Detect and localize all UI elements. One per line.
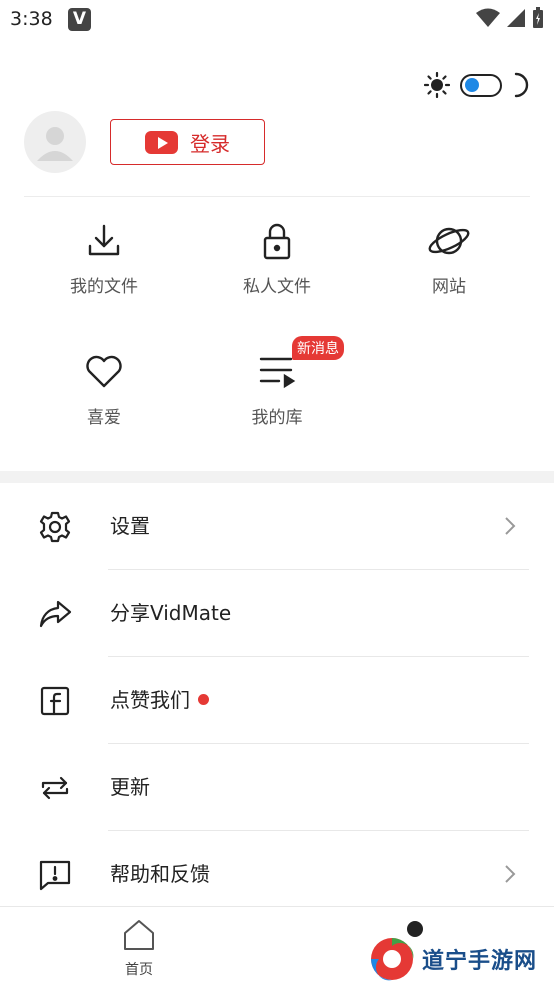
grid-item-label: 喜爱	[87, 408, 121, 428]
avatar[interactable]	[24, 111, 86, 173]
status-icons	[476, 7, 544, 29]
vidmate-app-icon: V	[68, 8, 91, 31]
menu-item-label: 帮助和反馈	[110, 862, 210, 886]
watermark: 道宁手游网	[368, 935, 537, 983]
section-divider	[0, 471, 554, 483]
grid-item-label: 私人文件	[243, 277, 311, 297]
menu-item-label: 点赞我们	[110, 657, 209, 744]
dark-mode-toggle[interactable]	[460, 73, 502, 97]
menu-item-label: 设置	[110, 514, 150, 538]
grid-item-my-files[interactable]: 我的文件	[44, 222, 164, 297]
nav-home[interactable]: 首页	[110, 919, 168, 979]
youtube-icon	[145, 130, 178, 154]
signal-icon	[507, 9, 525, 27]
new-message-badge: 新消息	[292, 336, 344, 360]
nav-home-label: 首页	[125, 962, 153, 978]
update-icon	[41, 776, 69, 800]
bottom-nav: 首页 道宁手游网	[0, 906, 554, 986]
menu-item-label: 更新	[110, 775, 150, 799]
lock-icon	[263, 223, 291, 260]
battery-icon	[533, 7, 543, 28]
share-icon	[39, 600, 72, 628]
watermark-logo-icon	[371, 938, 414, 981]
heart-icon	[86, 355, 122, 388]
playlist-icon	[259, 357, 296, 389]
like-us-text: 点赞我们	[110, 688, 190, 712]
chevron-right-icon	[505, 865, 516, 883]
watermark-text: 道宁手游网	[422, 949, 538, 974]
chevron-right-icon	[505, 517, 516, 535]
menu-item-like-us[interactable]: 点赞我们	[0, 657, 554, 744]
status-bar: 3:38 V	[0, 0, 554, 40]
home-icon	[124, 920, 154, 950]
notification-dot	[198, 694, 209, 705]
menu-item-label: 分享VidMate	[110, 601, 232, 625]
status-time: 3:38	[10, 8, 53, 30]
facebook-icon	[40, 686, 70, 716]
menu-item-help-feedback[interactable]: 帮助和反馈	[0, 831, 554, 918]
user-placeholder-icon	[37, 127, 73, 161]
grid-item-label: 我的库	[251, 408, 303, 428]
login-button[interactable]: 登录	[110, 119, 265, 165]
grid-item-my-library[interactable]: 我的库	[217, 353, 337, 428]
download-icon	[88, 224, 120, 256]
grid-item-label: 网站	[432, 277, 466, 297]
theme-switch-row	[424, 72, 532, 98]
login-label: 登录	[190, 131, 230, 156]
planet-icon	[428, 227, 470, 255]
toggle-knob	[465, 78, 479, 92]
menu-item-share[interactable]: 分享VidMate	[0, 570, 554, 657]
menu-item-settings[interactable]: 设置	[0, 483, 554, 570]
grid-item-label: 我的文件	[70, 277, 138, 297]
grid-item-websites[interactable]: 网站	[389, 222, 509, 297]
grid-item-favorites[interactable]: 喜爱	[44, 353, 164, 428]
divider	[24, 196, 530, 197]
sun-icon	[424, 72, 450, 98]
menu-item-update[interactable]: 更新	[0, 744, 554, 831]
wifi-icon	[476, 8, 500, 27]
feedback-icon	[39, 860, 71, 891]
moon-icon	[514, 72, 529, 98]
grid-item-private-files[interactable]: 私人文件	[217, 222, 337, 297]
gear-icon	[39, 511, 71, 543]
